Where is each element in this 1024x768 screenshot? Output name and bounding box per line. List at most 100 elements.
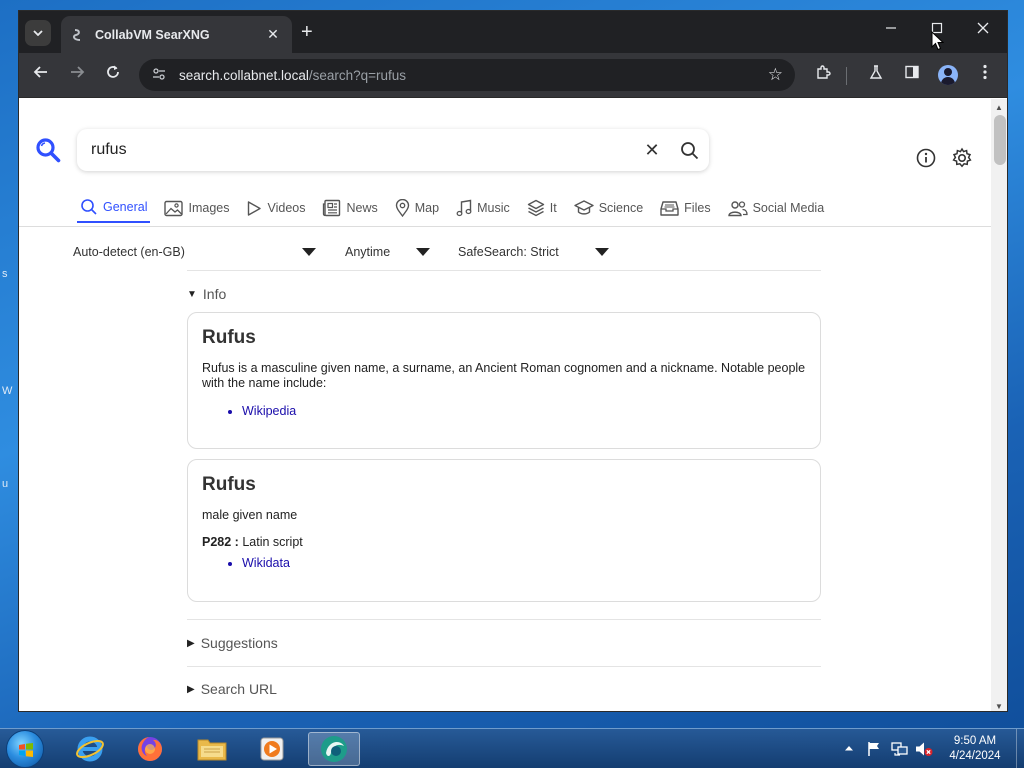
extensions-button[interactable] <box>812 64 834 85</box>
suggestions-label: Suggestions <box>200 635 278 651</box>
folder-icon <box>197 739 227 761</box>
info-icon[interactable] <box>915 147 937 169</box>
tab-label: General <box>103 200 148 214</box>
safesearch-select[interactable]: SafeSearch: Strict <box>458 239 559 265</box>
tab-label: Social Media <box>752 201 825 215</box>
tab-label: It <box>549 201 557 215</box>
page-scrollbar[interactable]: ▲ ▼ <box>991 99 1007 711</box>
taskbar-file-explorer[interactable] <box>186 732 238 766</box>
profile-avatar[interactable] <box>938 65 958 85</box>
tab-map[interactable]: Map <box>392 193 442 223</box>
search-submit-button[interactable] <box>669 141 709 160</box>
chevron-down-icon <box>33 30 43 36</box>
clear-search-icon[interactable]: ✕ <box>635 140 669 161</box>
search-input[interactable] <box>91 141 635 159</box>
music-note-icon <box>456 199 472 217</box>
start-button[interactable] <box>6 730 44 768</box>
tab-label: Music <box>477 201 510 215</box>
windows-logo-icon <box>19 743 33 757</box>
labs-button[interactable] <box>865 64 887 85</box>
reload-button[interactable] <box>102 64 124 85</box>
close-window-button[interactable] <box>969 21 997 38</box>
back-button[interactable] <box>30 64 52 85</box>
people-icon <box>727 200 748 216</box>
image-icon <box>164 200 184 216</box>
info-section-toggle[interactable]: ▼ Info <box>187 283 226 305</box>
firefox-icon <box>138 737 162 761</box>
action-center-flag-icon[interactable] <box>866 741 882 757</box>
tab-it[interactable]: It <box>524 193 560 223</box>
arrow-left-icon <box>33 66 47 78</box>
show-desktop-button[interactable] <box>1016 729 1024 768</box>
tab-news[interactable]: News <box>319 193 380 223</box>
infobox-link-wikipedia[interactable]: Wikipedia <box>242 403 806 419</box>
volume-muted-icon[interactable] <box>915 741 933 757</box>
tab-videos[interactable]: Videos <box>243 193 308 223</box>
chrome-menu-button[interactable] <box>974 64 996 85</box>
reload-icon <box>107 65 119 78</box>
infobox-attribute: P282 : Latin script <box>202 535 806 549</box>
search-url-section-toggle[interactable]: ▶ Search URL <box>187 678 277 700</box>
scroll-thumb[interactable] <box>994 115 1006 165</box>
site-info-icon[interactable] <box>151 67 167 83</box>
info-section-label: Info <box>202 286 227 302</box>
tab-science[interactable]: Science <box>571 193 646 223</box>
internet-explorer-icon <box>76 736 104 762</box>
search-icon <box>81 199 97 215</box>
tab-music[interactable]: Music <box>453 193 513 223</box>
scroll-down-arrow-icon[interactable]: ▼ <box>995 702 1003 711</box>
search-url-label: Search URL <box>200 681 277 697</box>
taskbar-media-player[interactable] <box>246 732 298 766</box>
puzzle-icon <box>817 65 831 79</box>
attribute-value: Latin script <box>238 535 303 549</box>
searxng-logo-icon[interactable] <box>35 137 61 163</box>
address-bar[interactable]: search.collabnet.local/search?q=rufus ☆ <box>139 59 795 91</box>
search-icon <box>680 141 698 159</box>
taskbar-internet-explorer[interactable] <box>64 732 116 766</box>
infobox-title: Rufus <box>202 327 256 348</box>
desktop-fragment: W <box>2 385 13 397</box>
searxng-favicon-icon <box>71 28 85 42</box>
minimize-icon <box>886 27 896 29</box>
infobox-description: male given name <box>202 508 298 522</box>
forward-button[interactable] <box>66 64 88 85</box>
newspaper-icon <box>323 199 341 217</box>
browser-tab[interactable]: CollabVM SearXNG ✕ <box>61 16 292 53</box>
tab-social-media[interactable]: Social Media <box>725 193 828 223</box>
tab-close-icon[interactable]: ✕ <box>264 26 282 43</box>
scroll-up-arrow-icon[interactable]: ▲ <box>995 103 1003 112</box>
media-player-icon <box>260 737 284 761</box>
language-select[interactable]: Auto-detect (en-GB) <box>73 239 185 265</box>
minimize-button[interactable] <box>877 21 905 38</box>
gear-icon[interactable] <box>951 147 973 169</box>
side-panel-button[interactable] <box>901 64 923 85</box>
time-range-select[interactable]: Anytime <box>345 239 390 265</box>
taskbar-clock[interactable]: 9:50 AM 4/24/2024 <box>935 734 1015 764</box>
show-hidden-icons-icon[interactable] <box>844 744 854 752</box>
tab-files[interactable]: Files <box>657 193 713 223</box>
infobox-link-wikidata[interactable]: Wikidata <box>242 555 806 571</box>
filters-divider <box>187 270 821 271</box>
infobox-description: Rufus is a masculine given name, a surna… <box>202 361 806 390</box>
tab-images[interactable]: Images <box>161 193 232 223</box>
desktop-fragment: u <box>2 478 9 490</box>
clock-time: 9:50 AM <box>953 735 997 747</box>
infobox-wikipedia: Rufus Rufus is a masculine given name, a… <box>187 312 821 449</box>
taskbar-firefox[interactable] <box>124 732 176 766</box>
new-tab-button[interactable]: + <box>301 22 313 42</box>
language-dropdown-caret-icon[interactable] <box>302 248 316 256</box>
url-path: /search?q=rufus <box>308 67 407 83</box>
tab-strip: CollabVM SearXNG ✕ + <box>19 11 1007 53</box>
safesearch-dropdown-caret-icon[interactable] <box>595 248 609 256</box>
tab-general[interactable]: General <box>77 193 151 223</box>
tab-search-menu-button[interactable] <box>25 20 51 46</box>
suggestions-section-toggle[interactable]: ▶ Suggestions <box>187 632 278 654</box>
time-range-dropdown-caret-icon[interactable] <box>416 248 430 256</box>
taskbar-browser-active[interactable] <box>308 732 360 766</box>
bookmark-star-icon[interactable]: ☆ <box>768 65 783 85</box>
tab-label: Videos <box>267 201 306 215</box>
kebab-menu-icon <box>983 64 987 80</box>
network-icon[interactable] <box>891 741 909 757</box>
safesearch-value: SafeSearch: Strict <box>458 245 559 259</box>
category-tabs: General Images Videos News Map Music It … <box>77 193 838 223</box>
